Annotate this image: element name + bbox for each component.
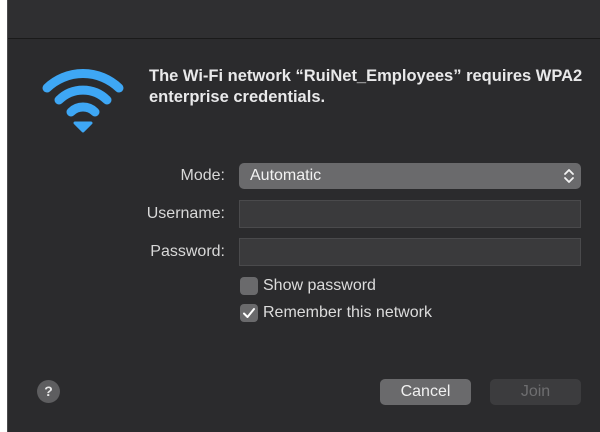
password-field[interactable]: [239, 238, 581, 266]
checkmark-icon: [243, 308, 255, 318]
chevron-updown-icon: [564, 169, 574, 183]
wifi-credentials-dialog: The Wi-Fi network “RuiNet_Employees” req…: [7, 0, 600, 432]
remember-network-label[interactable]: Remember this network: [263, 303, 432, 323]
mode-value: Automatic: [250, 167, 322, 184]
wifi-icon: [42, 69, 124, 133]
show-password-label[interactable]: Show password: [263, 276, 376, 296]
dialog-message: The Wi-Fi network “RuiNet_Employees” req…: [149, 67, 583, 106]
username-label: Username:: [146, 205, 225, 222]
password-label: Password:: [150, 243, 225, 260]
cancel-button[interactable]: Cancel: [380, 379, 471, 405]
show-password-checkbox[interactable]: [240, 277, 258, 295]
remember-network-checkbox[interactable]: [240, 304, 258, 322]
help-button[interactable]: ?: [37, 380, 60, 403]
username-field[interactable]: [239, 200, 581, 228]
join-button[interactable]: Join: [490, 379, 581, 405]
mode-label: Mode:: [180, 167, 225, 184]
title-bar[interactable]: [8, 0, 600, 39]
mode-select[interactable]: Automatic: [239, 163, 581, 189]
